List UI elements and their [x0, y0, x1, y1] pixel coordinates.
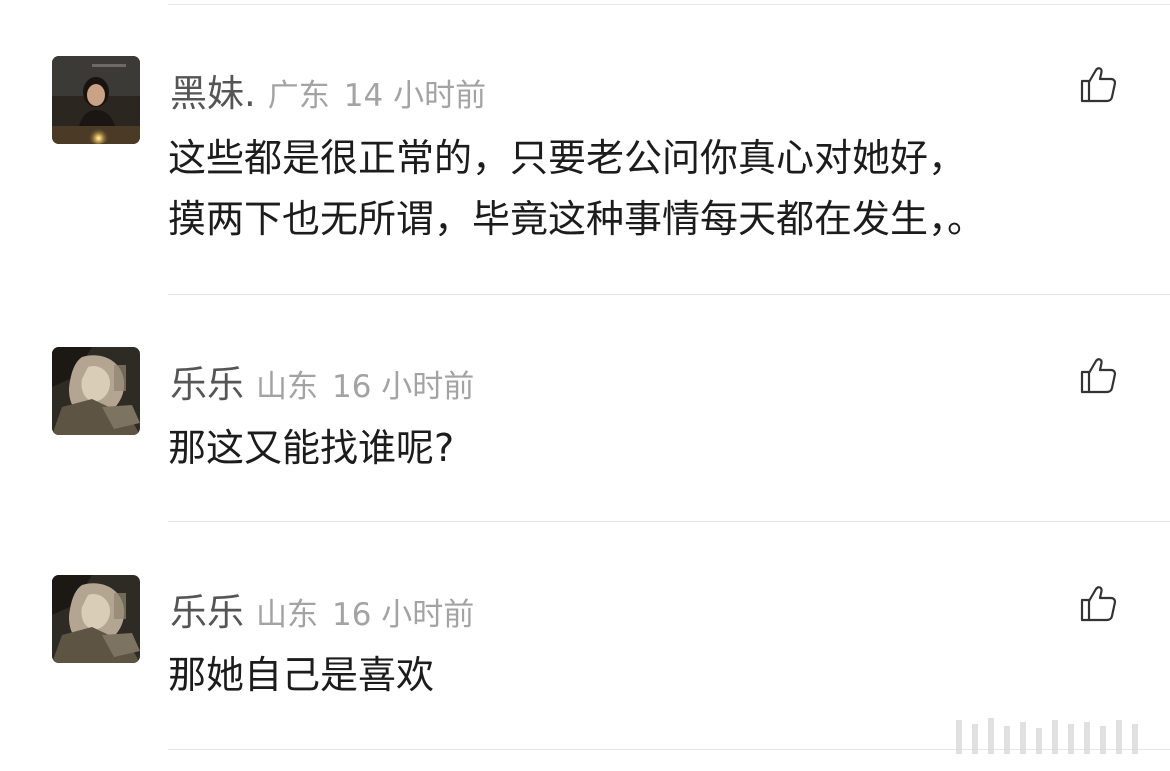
username[interactable]: 乐乐	[170, 582, 244, 636]
watermark-logo	[928, 712, 1170, 767]
like-button[interactable]	[1078, 355, 1120, 397]
user-avatar[interactable]	[52, 56, 140, 144]
comment-text: 这些都是很正常的，只要老公问你真心对她好， 摸两下也无所谓，毕竟这种事情每天都在…	[168, 136, 986, 241]
region-label: 广东	[267, 78, 330, 114]
comment-meta: 黑妹. 广东 14 小时前	[170, 63, 486, 115]
username[interactable]: 乐乐	[170, 354, 244, 408]
thumbs-up-icon	[1080, 586, 1117, 622]
comment-text: 那她自己是喜欢	[168, 653, 435, 697]
user-avatar[interactable]	[52, 347, 140, 435]
comment-divider	[168, 521, 1170, 522]
username[interactable]: 黑妹.	[170, 63, 256, 117]
comment-divider	[168, 294, 1170, 295]
comment-meta: 乐乐 山东 16 小时前	[170, 354, 474, 406]
like-button[interactable]	[1078, 583, 1120, 625]
comment-meta: 乐乐 山东 16 小时前	[170, 582, 474, 634]
comment-text: 那这又能找谁呢?	[168, 426, 455, 470]
top-divider	[168, 4, 1170, 5]
like-button[interactable]	[1078, 64, 1120, 106]
region-label: 山东	[256, 597, 318, 633]
thumbs-up-icon	[1080, 67, 1117, 103]
timestamp: 16 小时前	[332, 597, 475, 633]
region-label: 山东	[256, 369, 318, 405]
thumbs-up-icon	[1080, 358, 1117, 394]
timestamp: 16 小时前	[332, 369, 475, 405]
user-avatar[interactable]	[52, 575, 140, 663]
timestamp: 14 小时前	[343, 78, 487, 114]
